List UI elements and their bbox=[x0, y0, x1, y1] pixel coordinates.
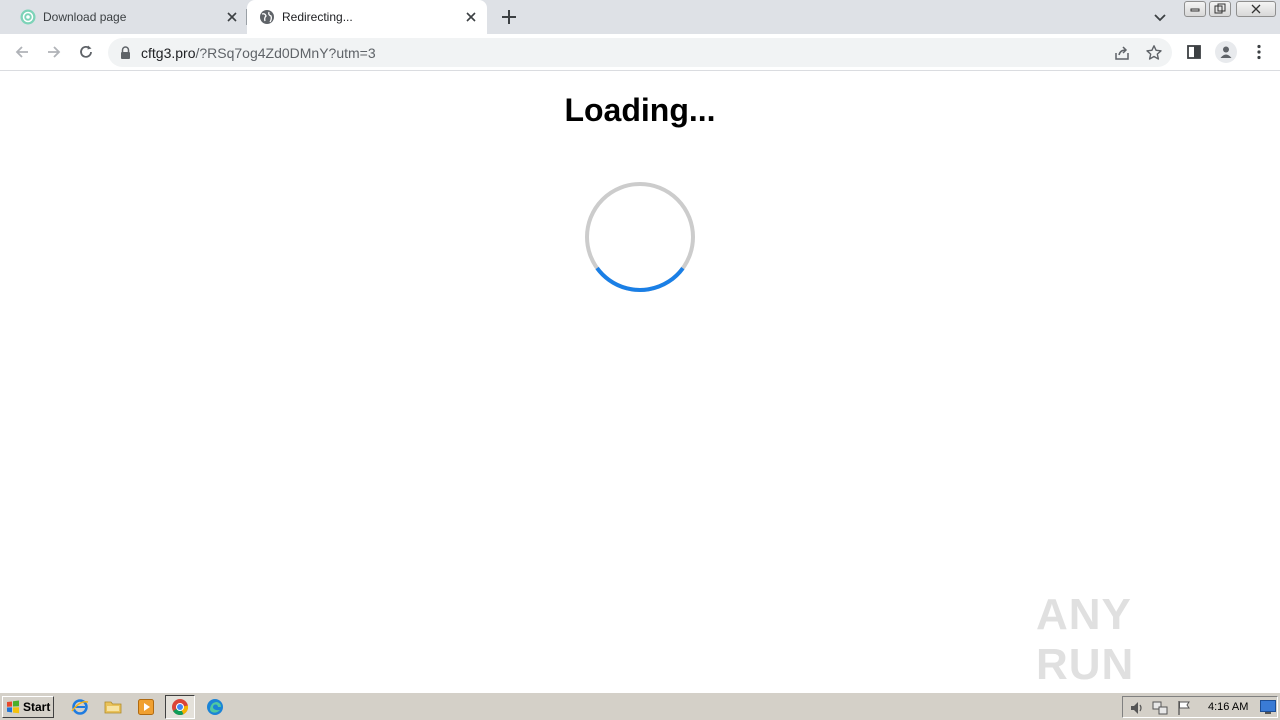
loading-spinner bbox=[585, 182, 695, 292]
flag-icon[interactable] bbox=[1176, 700, 1192, 716]
person-icon bbox=[1220, 46, 1232, 58]
globe-icon bbox=[260, 10, 274, 24]
arrow-left-icon bbox=[15, 46, 28, 58]
window-minimize-button[interactable] bbox=[1184, 1, 1206, 17]
star-icon[interactable] bbox=[1145, 44, 1163, 62]
tab-strip: Download page Redirecting... bbox=[0, 0, 1280, 34]
browser-toolbar: cftg3.pro/?RSq7og4Zd0DMnY?utm=3 bbox=[0, 34, 1280, 71]
edge-icon[interactable] bbox=[206, 698, 224, 716]
side-panel-icon[interactable] bbox=[1185, 43, 1203, 61]
address-bar[interactable]: cftg3.pro/?RSq7og4Zd0DMnY?utm=3 bbox=[108, 38, 1172, 67]
start-label: Start bbox=[23, 700, 51, 714]
page-content: Loading... ANY RUN bbox=[0, 72, 1280, 692]
chevron-down-icon[interactable] bbox=[1152, 9, 1168, 25]
spinner-arc bbox=[585, 182, 695, 292]
window-restore-button[interactable] bbox=[1209, 1, 1231, 17]
close-icon bbox=[1251, 4, 1261, 14]
tab-title: Redirecting... bbox=[282, 10, 353, 24]
tab-title: Download page bbox=[43, 10, 127, 24]
system-tray: 4:16 AM bbox=[1122, 696, 1278, 718]
watermark-text: ANY RUN bbox=[1036, 590, 1135, 689]
chrome-icon bbox=[172, 699, 189, 715]
back-button[interactable] bbox=[12, 42, 32, 62]
arrow-right-icon bbox=[48, 46, 61, 58]
taskbar-chrome-button[interactable] bbox=[165, 695, 195, 719]
tab-download-page[interactable]: Download page bbox=[0, 0, 246, 34]
reload-button[interactable] bbox=[76, 42, 96, 62]
show-desktop-icon[interactable] bbox=[1260, 700, 1276, 714]
profile-avatar-button[interactable] bbox=[1215, 41, 1237, 63]
minimize-icon bbox=[1190, 8, 1200, 12]
url-host: cftg3.pro bbox=[141, 45, 196, 61]
reload-icon bbox=[80, 45, 92, 58]
folder-icon[interactable] bbox=[104, 698, 122, 716]
more-vertical-icon[interactable] bbox=[1250, 43, 1268, 61]
speaker-icon[interactable] bbox=[1129, 700, 1145, 716]
windows-logo-icon bbox=[7, 700, 19, 714]
taskbar: Start 4:16 AM bbox=[0, 692, 1280, 720]
url-path: /?RSq7og4Zd0DMnY?utm=3 bbox=[195, 45, 376, 61]
restore-icon bbox=[1214, 3, 1226, 14]
green-circle-favicon-icon bbox=[20, 9, 36, 25]
media-player-icon[interactable] bbox=[137, 698, 155, 716]
network-icon[interactable] bbox=[1152, 700, 1168, 716]
url-text[interactable]: cftg3.pro/?RSq7og4Zd0DMnY?utm=3 bbox=[141, 45, 376, 61]
window-close-button[interactable] bbox=[1236, 1, 1276, 17]
new-tab-plus-icon[interactable] bbox=[500, 8, 518, 26]
internet-explorer-icon[interactable] bbox=[71, 698, 89, 716]
forward-button[interactable] bbox=[44, 42, 64, 62]
start-button[interactable]: Start bbox=[2, 696, 54, 718]
lock-icon[interactable] bbox=[120, 46, 131, 59]
clock[interactable]: 4:16 AM bbox=[1208, 701, 1248, 713]
close-tab-icon[interactable] bbox=[224, 9, 240, 25]
anyrun-watermark: ANY RUN bbox=[1036, 590, 1236, 689]
tab-redirecting[interactable]: Redirecting... bbox=[247, 0, 487, 34]
loading-heading: Loading... bbox=[564, 92, 716, 128]
share-icon[interactable] bbox=[1113, 44, 1131, 62]
close-tab-icon[interactable] bbox=[463, 9, 479, 25]
